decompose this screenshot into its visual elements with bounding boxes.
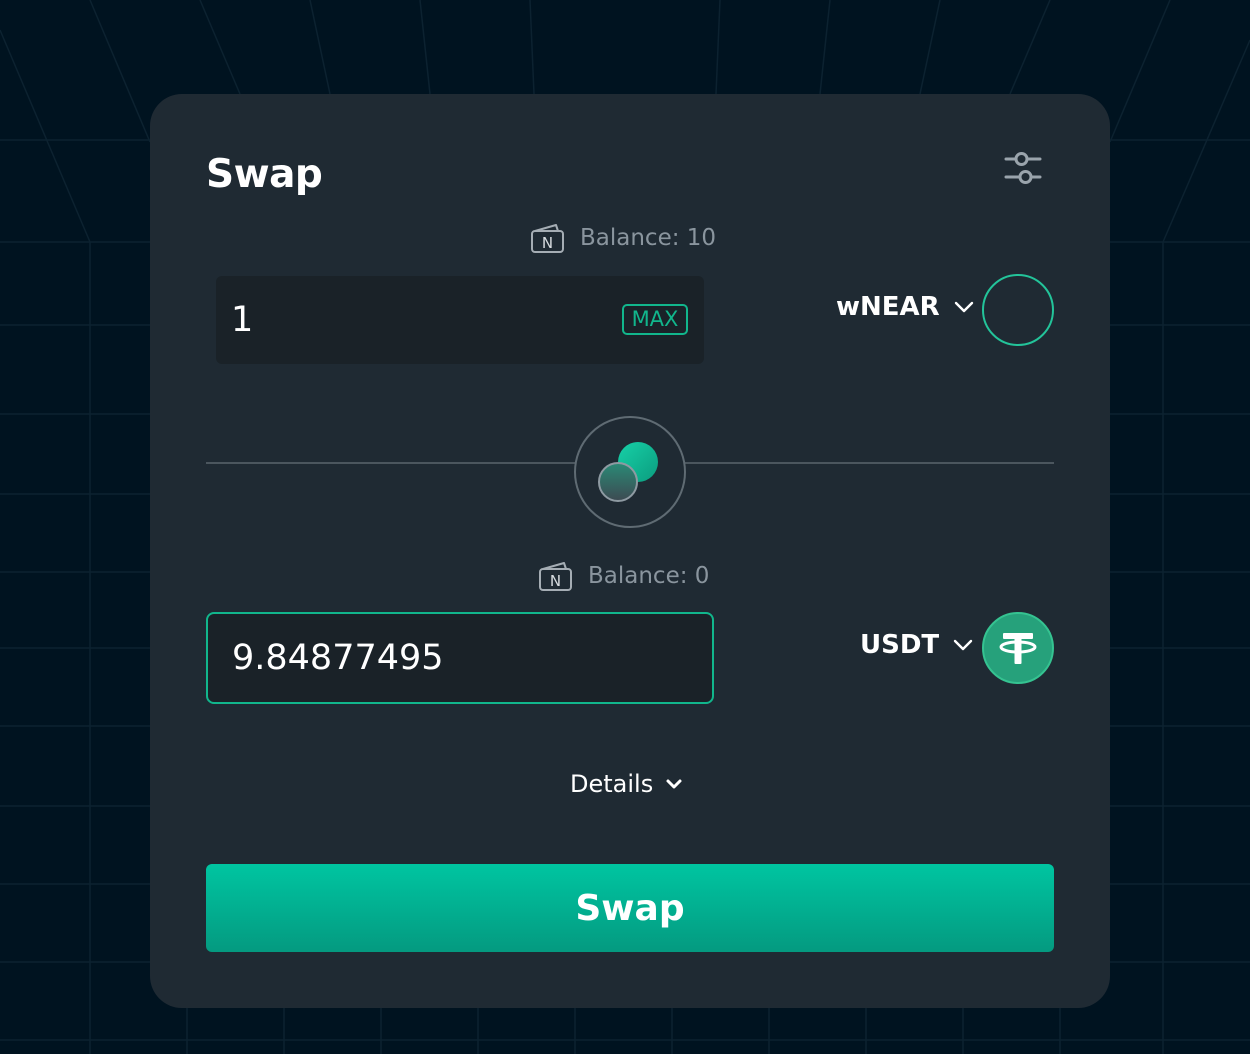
usdt-token-icon[interactable] [982, 612, 1054, 684]
page-title: Swap [206, 152, 323, 197]
swap-submit-button[interactable]: Swap [206, 864, 1054, 952]
chevron-down-icon [666, 779, 682, 789]
to-amount-input[interactable] [208, 614, 712, 702]
wallet-icon: N [531, 224, 564, 253]
wnear-token-icon[interactable] [982, 274, 1054, 346]
to-token-select[interactable]: USDT [860, 630, 973, 660]
to-token-label: USDT [860, 630, 940, 660]
wallet-icon-letter: N [550, 572, 561, 590]
swap-card: Swap N Balance: 10 MAX wNEAR [150, 94, 1110, 1008]
to-balance: N Balance: 0 [538, 560, 709, 592]
wallet-icon: N [539, 562, 572, 591]
tether-logo-icon [999, 633, 1037, 664]
switch-tokens-button[interactable] [574, 416, 686, 528]
from-amount-box: MAX [216, 276, 704, 364]
from-balance: N Balance: 10 [530, 222, 716, 254]
from-token-select[interactable]: wNEAR [836, 292, 974, 322]
from-balance-text: Balance: 10 [580, 225, 717, 251]
settings-button[interactable] [1002, 146, 1046, 190]
chevron-down-icon [954, 301, 973, 313]
to-balance-text: Balance: 0 [588, 563, 710, 589]
from-token-label: wNEAR [836, 292, 940, 322]
details-label: Details [570, 770, 654, 798]
chevron-down-icon [953, 639, 973, 651]
to-amount-box [206, 612, 714, 704]
switch-tokens-icon [598, 442, 658, 502]
max-button[interactable]: MAX [622, 304, 688, 335]
details-toggle[interactable]: Details [570, 766, 690, 802]
wallet-icon-letter: N [542, 234, 553, 252]
sliders-icon [1004, 152, 1042, 184]
